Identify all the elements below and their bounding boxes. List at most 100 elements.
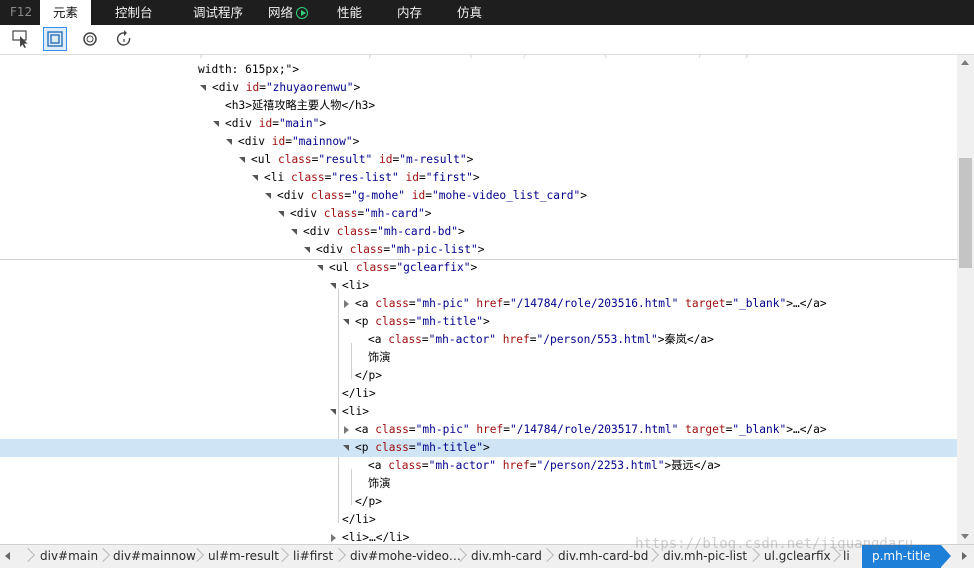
expand-toggle-icon[interactable] [212,115,221,133]
tree-row[interactable]: <a class="mh-actor" href="/person/2253.h… [0,457,957,475]
tree-row[interactable]: </p> [0,367,957,385]
expand-toggle-icon[interactable] [264,187,273,205]
refresh-timer-icon[interactable] [112,27,136,51]
collapse-toggle-icon[interactable] [329,529,338,544]
expand-toggle-icon[interactable] [316,259,325,277]
expand-toggle-icon[interactable] [303,241,312,259]
breadcrumb-separator-icon [541,545,549,568]
breadcrumb-separator-icon [276,545,284,568]
collapse-toggle-icon[interactable] [342,295,351,313]
close-tag: </li> [342,513,376,526]
scroll-down-icon[interactable] [961,534,969,539]
breadcrumb-prev-icon[interactable] [5,552,10,560]
close-tag: </li> [342,387,376,400]
node-text: <h3>延禧攻略主要人物</h3> [225,99,376,112]
breadcrumb-separator-icon [646,545,654,568]
tree-row[interactable]: <p class="mh-title"> [0,313,957,331]
expand-toggle-icon[interactable] [329,403,338,421]
expand-toggle-icon[interactable] [329,277,338,295]
tree-row[interactable]: <h3>延禧攻略主要人物</h3> [0,97,957,115]
tree-row[interactable]: <li> [0,277,957,295]
tab-emulation[interactable]: 仿真 [457,0,482,25]
tree-row[interactable]: <a class="mh-pic" href="/14784/role/2035… [0,421,957,439]
tree-row[interactable]: <li>…</li> [0,529,957,544]
collapse-toggle-icon[interactable] [342,421,351,439]
scrollbar-thumb[interactable] [959,158,972,268]
tree-row[interactable]: </li> [0,385,957,403]
text-node: 饰演 [368,351,391,364]
breadcrumb-item[interactable]: ul.gclearfix [764,545,831,568]
expand-toggle-icon[interactable] [277,205,286,223]
tree-row-selected[interactable]: <p class="mh-title"> [0,439,957,457]
tab-debugger[interactable]: 调试程序 [193,0,243,25]
tree-row[interactable]: <div class="mh-pic-list"> [0,241,957,259]
tree-row[interactable]: <li> [0,403,957,421]
select-element-icon[interactable] [9,27,33,51]
breadcrumb-separator-icon [828,545,836,568]
breadcrumb-item[interactable]: div.mh-card-bd [558,545,648,568]
tree-row[interactable]: <div id="main"> [0,115,957,133]
tree-row[interactable]: <div class="g-mohe" id="mohe-video_list_… [0,187,957,205]
node-text: <li>…</li> [342,531,410,544]
tree-row[interactable]: </li> [0,511,957,529]
breadcrumb-separator-icon [191,545,199,568]
tree-row[interactable]: <div class="mh-card-bd"> [0,223,957,241]
tree-row[interactable]: 饰演 [0,349,957,367]
node-text: <ul class="gclearfix"> [329,261,478,274]
style-attr-tail: width: 615px;"> [198,63,300,76]
node-text: <a class="mh-actor" href="/person/2253.h… [368,459,721,472]
devtools-tab-bar: F12 元素 控制台 调试程序 网络 性能 内存 仿真 [0,0,974,25]
expand-toggle-icon[interactable] [199,79,208,97]
tree-row[interactable]: <div id="zhuyaorenwu"> [0,79,957,97]
circle-icon[interactable] [78,27,102,51]
node-text: <p class="mh-title"> [355,441,490,454]
node-text: <a class="mh-actor" href="/person/553.ht… [368,333,714,346]
dom-tree-panel: ; ; ( ) ( ) ; width: 615px;"> <div id="z… [0,55,957,544]
tab-network[interactable]: 网络 [268,0,309,25]
vertical-scrollbar[interactable] [957,55,974,544]
tab-performance[interactable]: 性能 [337,0,362,25]
node-text: <p class="mh-title"> [355,315,490,328]
node-text: <li class="res-list" id="first"> [264,171,480,184]
expand-toggle-icon[interactable] [225,133,234,151]
breadcrumb-next-icon[interactable] [962,552,967,560]
breadcrumb-item[interactable]: div#mainnow [113,545,196,568]
scroll-up-icon[interactable] [961,60,969,65]
breadcrumb-item[interactable]: div#main [40,545,98,568]
tree-row[interactable]: <li class="res-list" id="first"> [0,169,957,187]
node-text: <ul class="result" id="m-result"> [251,153,474,166]
tree-row[interactable]: <div id="mainnow"> [0,133,957,151]
breadcrumb-separator-icon [747,545,755,568]
breadcrumb-item[interactable]: div#mohe-video… [350,545,461,568]
breadcrumb-item[interactable]: li#first [293,545,333,568]
breadcrumb-item[interactable]: li [843,545,850,568]
breadcrumb-separator-icon [454,545,462,568]
tree-row[interactable]: <a class="mh-pic" href="/14784/role/2035… [0,295,957,313]
breadcrumb-item[interactable]: div.mh-card [471,545,542,568]
node-text: <div class="mh-card-bd"> [303,225,465,238]
tree-row[interactable]: <ul class="result" id="m-result"> [0,151,957,169]
expand-toggle-icon[interactable] [342,439,351,457]
highlight-box-icon[interactable] [43,27,67,51]
tab-memory[interactable]: 内存 [397,0,422,25]
tab-elements[interactable]: 元素 [40,0,92,25]
expand-toggle-icon[interactable] [290,223,299,241]
tree-row[interactable]: <a class="mh-actor" href="/person/553.ht… [0,331,957,349]
expand-toggle-icon[interactable] [238,151,247,169]
expand-toggle-icon[interactable] [251,169,260,187]
node-text: <div id="mainnow"> [238,135,360,148]
tree-row[interactable]: 饰演 [0,475,957,493]
tab-console[interactable]: 控制台 [115,0,153,25]
tree-row[interactable]: <div class="mh-card"> [0,205,957,223]
close-tag: </p> [355,495,382,508]
breadcrumb-item-active[interactable]: p.mh-title [862,545,951,568]
tree-row[interactable]: </p> [0,493,957,511]
tree-row[interactable]: width: 615px;"> [0,61,957,79]
node-text: <a class="mh-pic" href="/14784/role/2035… [355,423,827,436]
node-text: <div id="zhuyaorenwu"> [212,81,361,94]
breadcrumb-item[interactable]: ul#m-result [208,545,279,568]
expand-toggle-icon[interactable] [342,313,351,331]
node-text: <div class="mh-pic-list"> [316,243,485,256]
tree-row[interactable]: <ul class="gclearfix"> [0,259,957,277]
breadcrumb-item[interactable]: div.mh-pic-list [663,545,747,568]
